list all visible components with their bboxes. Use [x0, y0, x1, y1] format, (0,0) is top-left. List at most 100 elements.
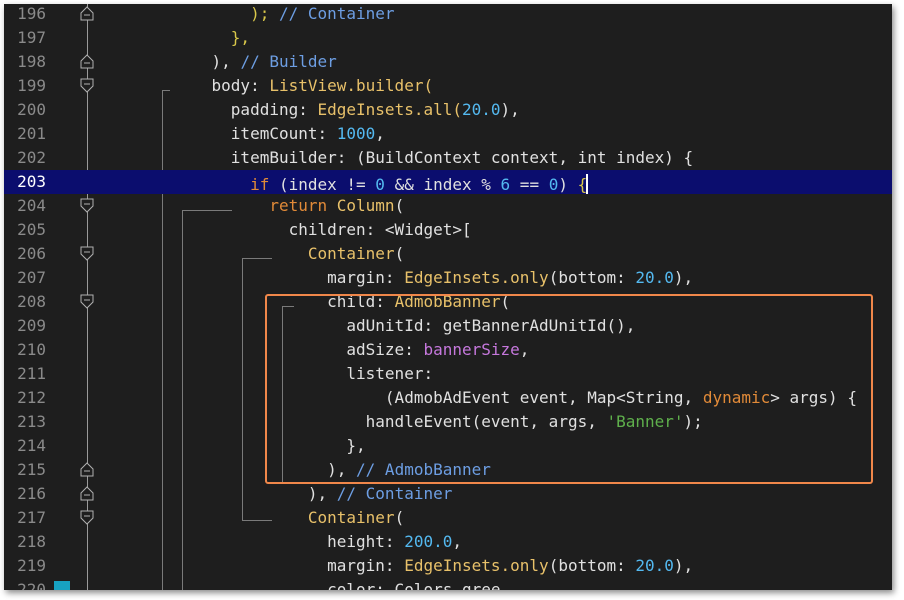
line-number: 203 — [17, 172, 46, 191]
fold-collapse-icon[interactable] — [80, 246, 94, 261]
code-token: 1000 — [336, 124, 376, 143]
fold-collapse-icon[interactable] — [80, 198, 94, 213]
code-token: 20.0 — [462, 100, 501, 119]
code-line[interactable]: 203 if (index != 0 && index % 6 == 0) { — [4, 170, 892, 194]
code-text: ); // Container — [173, 4, 395, 26]
code-token: , — [452, 532, 462, 551]
code-token: children: <Widget>[ — [288, 220, 472, 239]
code-line[interactable]: 198 ), // Builder — [4, 50, 892, 74]
code-line[interactable]: 205 children: <Widget>[ — [4, 218, 892, 242]
code-token: EdgeInsets — [404, 556, 501, 575]
code-token: ( — [394, 196, 405, 215]
line-number: 211 — [17, 364, 46, 383]
code-editor[interactable]: 196 ); // Container 197 }, 198 ), // Build… — [4, 4, 892, 590]
line-number: 199 — [17, 76, 46, 95]
code-token: (bottom: — [548, 556, 636, 575]
fold-collapse-icon[interactable] — [80, 78, 94, 93]
code-token: itemCount: — [230, 124, 337, 143]
code-token: ListView — [269, 76, 347, 95]
fold-end-icon[interactable] — [80, 462, 94, 477]
line-number: 205 — [17, 220, 46, 239]
code-line[interactable]: 200 padding: EdgeInsets.all(20.0), — [4, 98, 892, 122]
code-token: Container — [307, 508, 395, 527]
code-line[interactable]: 206 Container( — [4, 242, 892, 266]
code-token: ), — [500, 100, 520, 119]
code-token: == — [510, 175, 549, 194]
code-token: ), — [307, 484, 337, 503]
line-number: 215 — [17, 460, 46, 479]
code-line[interactable]: 218 height: 200.0, — [4, 530, 892, 554]
code-text: ), // Container — [173, 482, 453, 506]
code-token: margin: — [327, 268, 405, 287]
fold-collapse-icon[interactable] — [80, 294, 94, 309]
scroll-marker — [54, 581, 70, 590]
code-line[interactable]: 202 itemBuilder: (BuildContext context, … — [4, 146, 892, 170]
code-line[interactable]: 207 margin: EdgeInsets.only(bottom: 20.0… — [4, 266, 892, 290]
code-token: .builder( — [346, 76, 434, 95]
code-token: // Container — [278, 4, 395, 23]
code-text: Container( — [173, 242, 404, 266]
code-text: if (index != 0 && index % 6 == 0) { — [173, 170, 589, 197]
code-text: color: Colors.gree — [173, 578, 500, 590]
code-line[interactable]: 219 margin: EdgeInsets.only(bottom: 20.0… — [4, 554, 892, 578]
fold-end-icon[interactable] — [80, 54, 94, 69]
fold-end-icon[interactable] — [80, 486, 94, 501]
line-number: 202 — [17, 148, 46, 167]
code-token: , — [375, 124, 385, 143]
code-text: ), // Builder — [173, 50, 337, 74]
code-token: padding: — [230, 100, 318, 119]
code-line[interactable]: 199 body: ListView.builder( — [4, 74, 892, 98]
code-token: margin: — [327, 556, 405, 575]
line-number: 200 — [17, 100, 46, 119]
text-cursor — [586, 174, 589, 194]
code-token: }, — [230, 28, 251, 47]
line-number: 212 — [17, 388, 46, 407]
code-line[interactable]: 217 Container( — [4, 506, 892, 530]
line-number: 220 — [17, 580, 46, 590]
code-token: 0 — [375, 175, 385, 194]
line-number: 196 — [17, 4, 46, 23]
code-token: 20.0 — [635, 268, 674, 287]
line-number: 210 — [17, 340, 46, 359]
line-number: 213 — [17, 412, 46, 431]
code-token: if — [250, 175, 270, 194]
code-text: body: ListView.builder( — [173, 74, 434, 98]
code-token: Column — [336, 196, 395, 215]
code-text: margin: EdgeInsets.only(bottom: 20.0), — [173, 266, 693, 290]
code-token: // Builder — [240, 52, 337, 71]
code-line[interactable]: 201 itemCount: 1000, — [4, 122, 892, 146]
code-token: 6 — [500, 175, 511, 194]
highlight-box — [265, 294, 873, 484]
code-token: ) — [558, 175, 578, 194]
line-number: 201 — [17, 124, 46, 143]
line-number: 207 — [17, 268, 46, 287]
code-line[interactable]: 196 ); // Container — [4, 4, 892, 26]
code-line[interactable]: 204 return Column( — [4, 194, 892, 218]
code-token: .only — [500, 268, 549, 287]
code-text: padding: EdgeInsets.all(20.0), — [173, 98, 520, 122]
code-line[interactable]: 197 }, — [4, 26, 892, 50]
code-token: return — [269, 196, 337, 215]
code-token: EdgeInsets — [404, 268, 501, 287]
code-token: body: — [211, 76, 270, 95]
fold-collapse-icon[interactable] — [80, 510, 94, 525]
code-text: margin: EdgeInsets.only(bottom: 20.0), — [173, 554, 693, 578]
code-line[interactable]: 216 ), // Container — [4, 482, 892, 506]
code-token: Container — [307, 244, 395, 263]
code-token: height: — [327, 532, 405, 551]
fold-end-icon[interactable] — [80, 6, 94, 21]
code-line[interactable]: 220 color: Colors.gree — [4, 578, 892, 590]
line-number: 206 — [17, 244, 46, 263]
line-number: 214 — [17, 436, 46, 455]
